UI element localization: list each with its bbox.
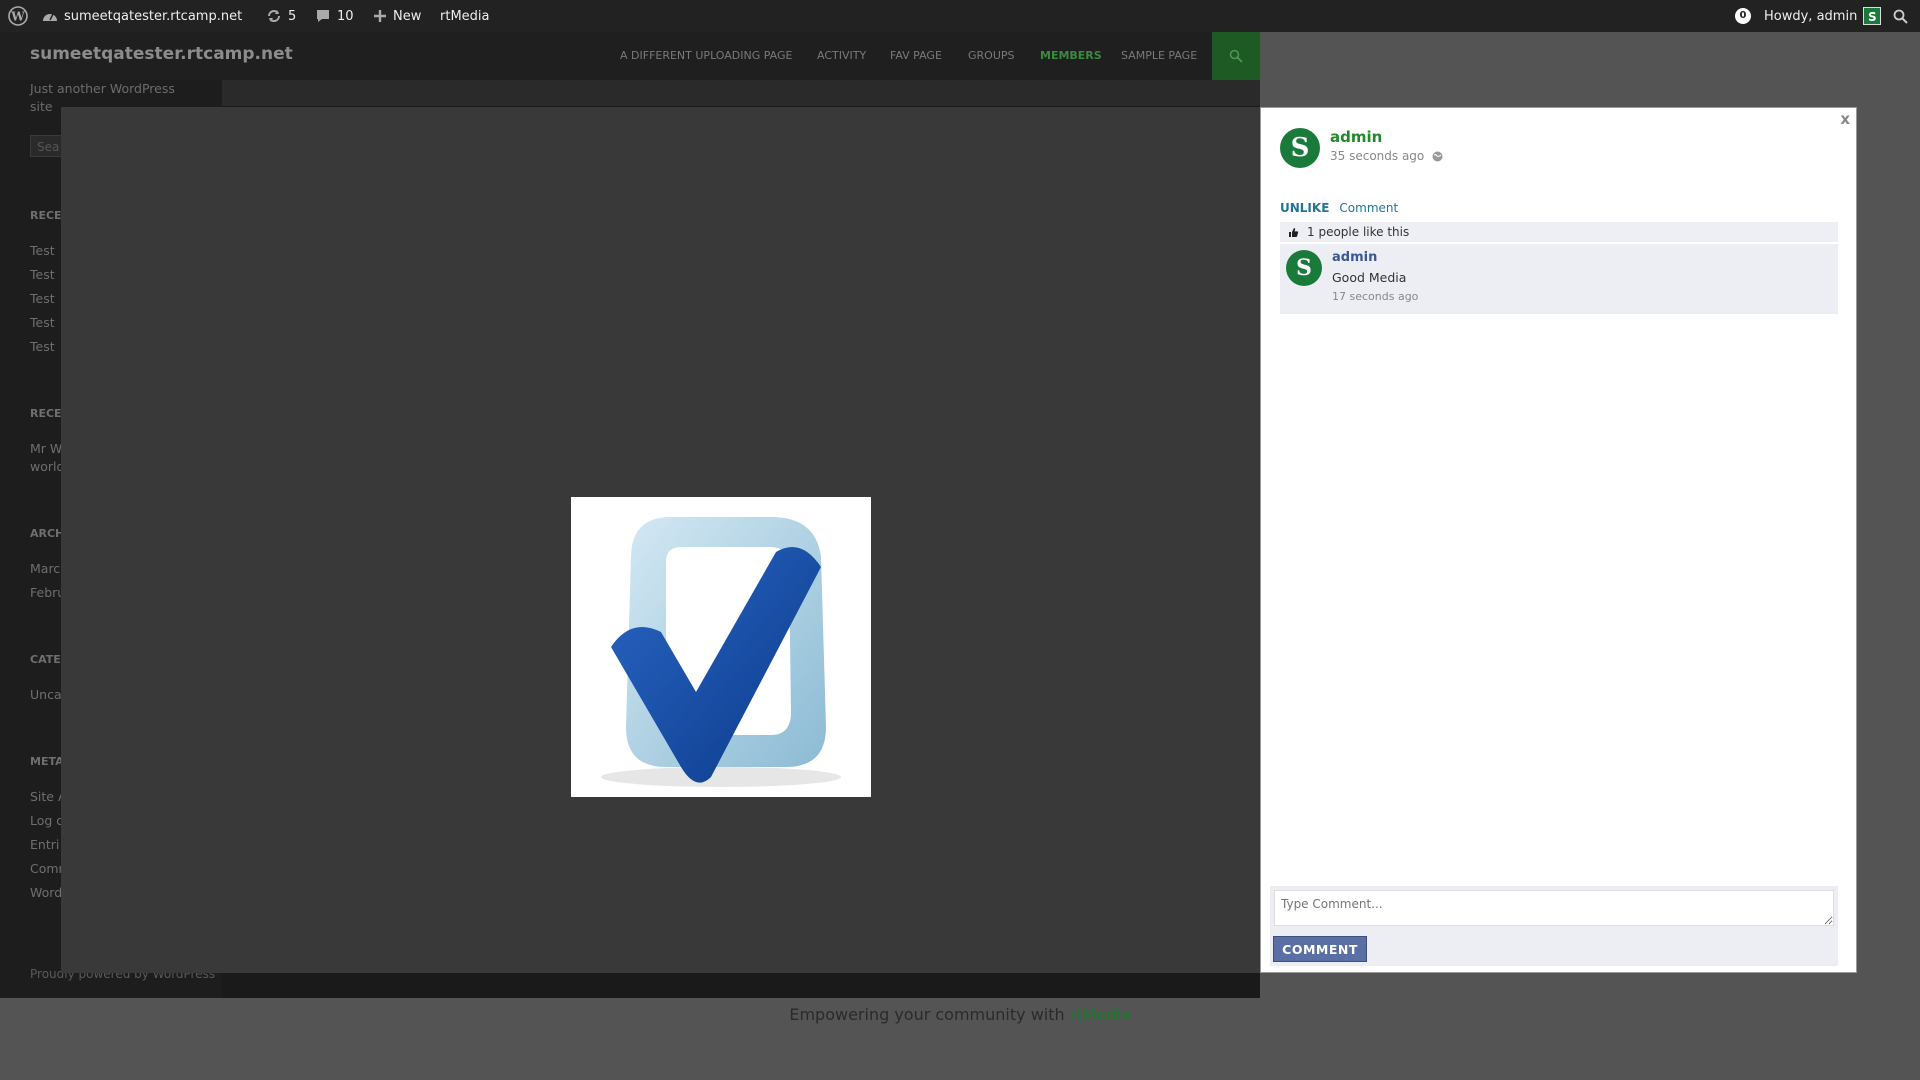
updates-count: 5 [288, 8, 297, 24]
rtmedia-menu[interactable]: rtMedia [440, 0, 490, 32]
site-title[interactable]: sumeetqatester.rtcamp.net [30, 44, 293, 64]
adminbar-search-icon[interactable] [1893, 0, 1908, 32]
comment-form: COMMENT [1270, 886, 1838, 966]
commenter-name-link[interactable]: admin [1332, 250, 1377, 265]
checkmark-image-icon [601, 517, 841, 787]
site-search-button[interactable] [1212, 32, 1260, 80]
author-name-link[interactable]: admin [1330, 128, 1382, 146]
author-avatar[interactable]: S [1280, 128, 1320, 168]
comment-submit-button[interactable]: COMMENT [1273, 936, 1367, 962]
new-content-link[interactable]: New [373, 0, 421, 32]
comments-link[interactable]: 10 [315, 0, 354, 32]
post-time: 35 seconds ago [1330, 149, 1443, 163]
rtmedia-label: rtMedia [440, 8, 490, 24]
recent-post-link[interactable]: Test [30, 291, 55, 306]
media-actions: UNLIKE Comment [1280, 201, 1398, 215]
archive-link[interactable]: Marc [30, 561, 60, 576]
media-image[interactable] [571, 497, 871, 797]
recent-post-link[interactable]: Test [30, 267, 55, 282]
new-label: New [393, 8, 422, 24]
recent-posts-heading: RECE [30, 209, 62, 222]
archive-link[interactable]: Febru [30, 585, 65, 600]
comment-text: Good Media [1332, 270, 1407, 285]
updates-icon [268, 10, 280, 22]
comment-item: S admin Good Media 17 seconds ago [1280, 244, 1838, 314]
globe-icon [1432, 151, 1443, 161]
nav-item-sample-page[interactable]: SAMPLE PAGE [1121, 49, 1197, 62]
wordpress-logo-icon[interactable]: W [8, 0, 28, 32]
comment-bubble-icon [317, 10, 329, 22]
avatar-small: S [1863, 7, 1882, 25]
meta-link[interactable]: Entri [30, 837, 59, 852]
avatar-letter: S [1296, 255, 1312, 281]
archives-heading: ARCH [30, 527, 65, 540]
footer-prefix: Empowering your community with [789, 1005, 1070, 1024]
site-name-label: sumeetqatester.rtcamp.net [64, 8, 243, 24]
commenter-avatar[interactable]: S [1286, 250, 1322, 286]
meta-link[interactable]: Log o [30, 813, 64, 828]
media-details-panel: x S admin 35 seconds ago UNLIKE Comment … [1260, 107, 1857, 973]
plus-icon [374, 10, 386, 22]
search-icon [1229, 49, 1243, 63]
thumbs-up-icon [1289, 227, 1299, 237]
my-account-link[interactable]: Howdy, admin S [1764, 0, 1882, 32]
updates-link[interactable]: 5 [266, 0, 296, 32]
avatar-letter: S [1290, 133, 1310, 163]
rtmedia-footer: Empowering your community with rtMedia [0, 1005, 1920, 1024]
category-link[interactable]: Unca [30, 687, 62, 702]
nav-item-members[interactable]: MEMBERS [1040, 49, 1102, 62]
likes-summary: 1 people like this [1280, 222, 1838, 242]
meta-link[interactable]: Word [30, 885, 62, 900]
comment-input[interactable] [1274, 890, 1834, 926]
close-button[interactable]: x [1840, 110, 1850, 128]
site-name-link[interactable]: sumeetqatester.rtcamp.net [42, 0, 242, 32]
dashboard-icon [43, 13, 57, 21]
meta-heading: META [30, 755, 64, 768]
site-header: sumeetqatester.rtcamp.net A DIFFERENT UP… [0, 32, 1260, 80]
recent-post-link[interactable]: Test [30, 339, 55, 354]
nav-item-groups[interactable]: GROUPS [968, 49, 1015, 62]
posted-time-text: 35 seconds ago [1330, 149, 1425, 163]
howdy-label: Howdy, admin [1764, 8, 1858, 24]
recent-comment-link[interactable]: world [30, 459, 64, 474]
unlike-button[interactable]: UNLIKE [1280, 201, 1329, 215]
comments-count: 10 [337, 8, 354, 24]
notification-count: 0 [1735, 8, 1751, 24]
comment-link[interactable]: Comment [1339, 201, 1398, 215]
recent-comments-heading: RECE [30, 407, 62, 420]
recent-post-link[interactable]: Test [30, 315, 55, 330]
notifications-badge[interactable]: 0 [1735, 0, 1751, 32]
nav-item-fav-page[interactable]: FAV PAGE [890, 49, 942, 62]
categories-heading: CATE [30, 653, 61, 666]
recent-comment-link[interactable]: Mr W [30, 441, 62, 456]
nav-item-uploading[interactable]: A DIFFERENT UPLOADING PAGE [620, 49, 793, 62]
recent-post-link[interactable]: Test [30, 243, 55, 258]
likes-text: 1 people like this [1307, 225, 1410, 239]
svg-text:W: W [10, 10, 25, 24]
content-area-strip [222, 80, 1260, 106]
admin-bar: W sumeetqatester.rtcamp.net 5 10 New rtM… [0, 0, 1920, 32]
rtmedia-brand-link[interactable]: rtMedia [1070, 1005, 1131, 1024]
media-viewer [61, 107, 1260, 973]
comment-time: 17 seconds ago [1332, 290, 1419, 303]
nav-item-activity[interactable]: ACTIVITY [817, 49, 866, 62]
